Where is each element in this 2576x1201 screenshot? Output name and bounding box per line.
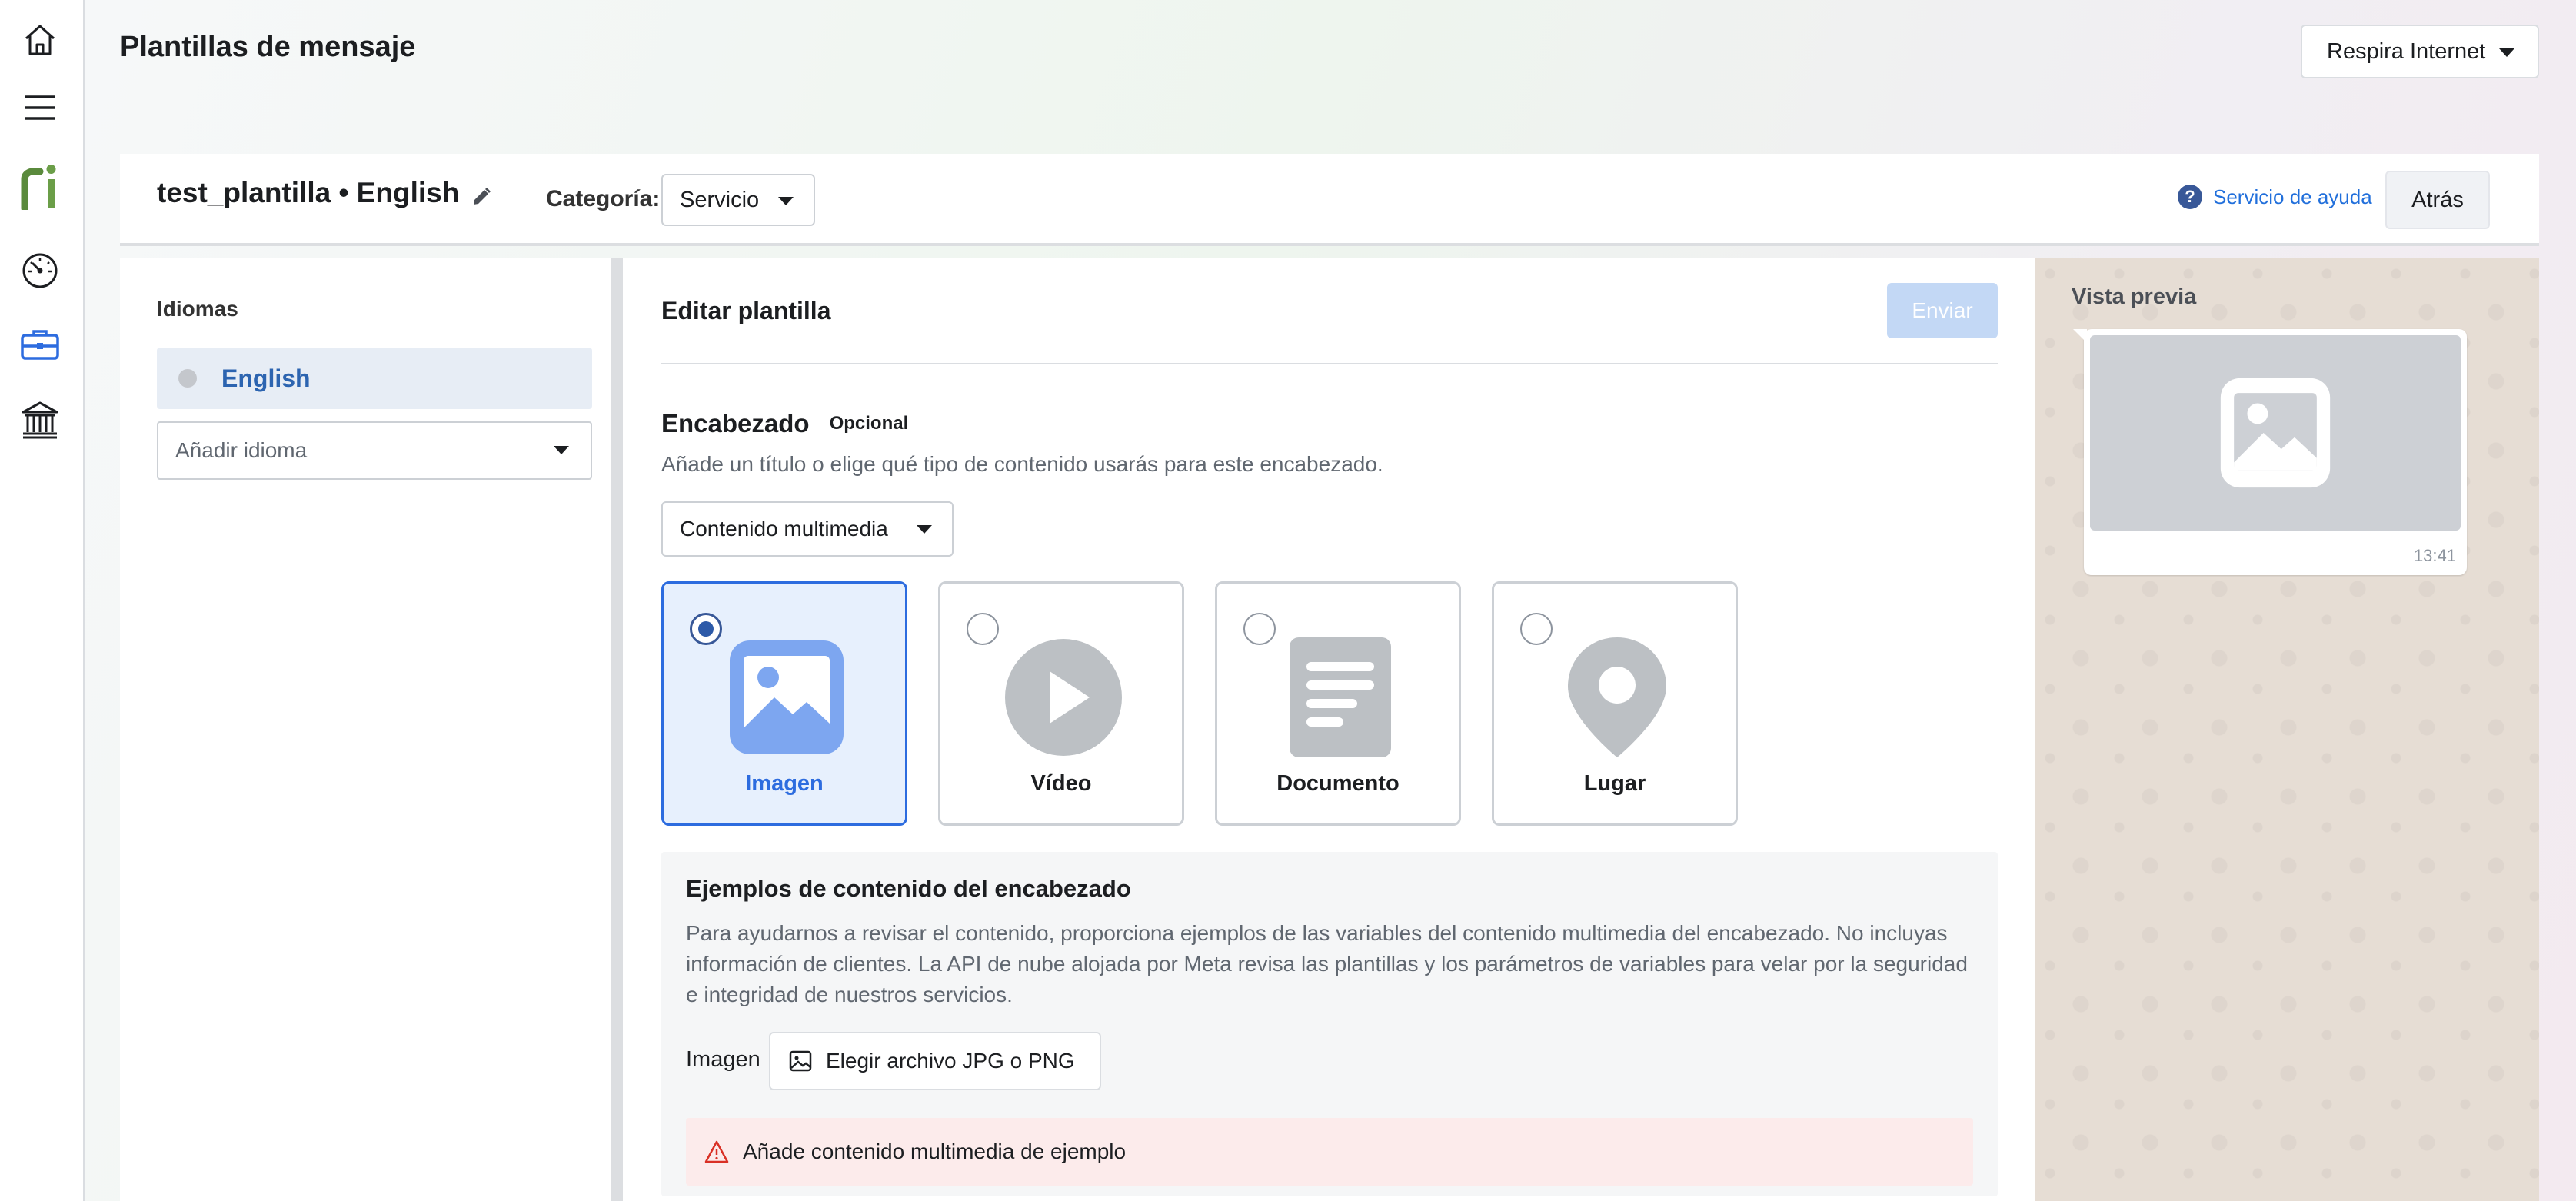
dashboard-icon[interactable]	[18, 249, 62, 292]
radio-button[interactable]	[967, 613, 999, 645]
message-bubble: 13:41	[2073, 329, 2467, 575]
warning-icon	[704, 1140, 729, 1163]
examples-title: Ejemplos de contenido del encabezado	[686, 875, 1131, 902]
media-option-location[interactable]: Lugar	[1492, 581, 1738, 826]
languages-panel: Idiomas English Añadir idioma	[120, 258, 611, 1201]
add-language-placeholder: Añadir idioma	[175, 438, 308, 462]
preview-title: Vista previa	[2072, 284, 2197, 309]
help-link[interactable]: ? Servicio de ayuda	[2178, 185, 2372, 209]
caret-down-icon	[2499, 48, 2514, 57]
page-title: Plantillas de mensaje	[120, 31, 416, 63]
image-field-label: Imagen	[686, 1047, 760, 1072]
optional-badge: Opcional	[829, 413, 909, 434]
warning-alert: Añade contenido multimedia de ejemplo	[686, 1118, 1973, 1186]
account-name: Respira Internet	[2327, 38, 2486, 64]
caret-down-icon	[778, 197, 794, 205]
question-icon: ?	[2178, 185, 2202, 209]
header-type-value: Contenido multimedia	[680, 517, 888, 541]
languages-title: Idiomas	[157, 297, 238, 321]
bank-icon[interactable]	[18, 398, 62, 441]
caret-down-icon	[917, 525, 932, 534]
help-link-label: Servicio de ayuda	[2213, 185, 2372, 208]
home-icon[interactable]	[18, 18, 62, 62]
location-pin-icon	[1557, 637, 1677, 757]
radio-button[interactable]	[1520, 613, 1553, 645]
media-option-label: Vídeo	[1030, 771, 1092, 796]
edit-title: Editar plantilla	[661, 297, 831, 324]
briefcase-icon[interactable]	[18, 323, 62, 366]
template-bar: test_plantilla • English Categoría: Serv…	[120, 154, 2539, 246]
warning-text: Añade contenido multimedia de ejemplo	[743, 1139, 1127, 1163]
radio-button[interactable]	[1243, 613, 1276, 645]
examples-description: Para ayudarnos a revisar el contenido, p…	[686, 921, 1968, 1006]
header-section-label: Encabezado	[661, 409, 810, 437]
play-icon	[1003, 637, 1123, 757]
media-option-label: Lugar	[1583, 771, 1646, 796]
add-language-select[interactable]: Añadir idioma	[157, 421, 592, 480]
choose-file-button[interactable]: Elegir archivo JPG o PNG	[769, 1032, 1101, 1090]
radio-button[interactable]	[690, 613, 722, 645]
menu-icon[interactable]	[18, 86, 62, 129]
header-type-select[interactable]: Contenido multimedia	[661, 501, 954, 557]
category-label: Categoría:	[546, 186, 661, 211]
header-examples-box: Ejemplos de contenido del encabezado Par…	[661, 852, 1998, 1196]
ri-logo[interactable]	[18, 165, 62, 210]
media-option-label: Imagen	[745, 771, 824, 796]
category-select[interactable]: Servicio	[661, 174, 815, 226]
divider	[661, 363, 1998, 364]
image-icon	[727, 637, 847, 757]
message-time: 13:41	[2413, 546, 2456, 565]
image-placeholder	[2090, 335, 2461, 531]
edit-template-panel: Editar plantilla Enviar Encabezado Opcio…	[623, 258, 2035, 1201]
header-section-subtitle: Añade un título o elige qué tipo de cont…	[661, 452, 1383, 476]
media-option-document[interactable]: Documento	[1215, 581, 1461, 826]
image-file-icon	[789, 1050, 812, 1072]
choose-file-label: Elegir archivo JPG o PNG	[826, 1049, 1075, 1073]
media-option-label: Documento	[1276, 771, 1399, 796]
back-button[interactable]: Atrás	[2385, 171, 2490, 229]
send-button[interactable]: Enviar	[1887, 283, 1998, 338]
status-dot-icon	[178, 369, 197, 388]
language-label: English	[221, 364, 311, 392]
header-section-title: Encabezado Opcional	[661, 409, 909, 438]
caret-down-icon	[554, 446, 569, 454]
document-icon	[1280, 637, 1400, 757]
template-name: test_plantilla • English	[157, 177, 460, 208]
pencil-icon[interactable]	[471, 186, 492, 211]
preview-panel: Vista previa 13:41	[2035, 258, 2539, 1201]
language-item-english[interactable]: English	[157, 348, 592, 409]
left-rail	[0, 0, 85, 1201]
panel-divider	[611, 258, 623, 1201]
image-icon	[2220, 378, 2331, 488]
media-option-image[interactable]: Imagen	[661, 581, 907, 826]
category-value: Servicio	[680, 187, 760, 212]
media-option-video[interactable]: Vídeo	[938, 581, 1184, 826]
account-selector[interactable]: Respira Internet	[2301, 25, 2539, 78]
